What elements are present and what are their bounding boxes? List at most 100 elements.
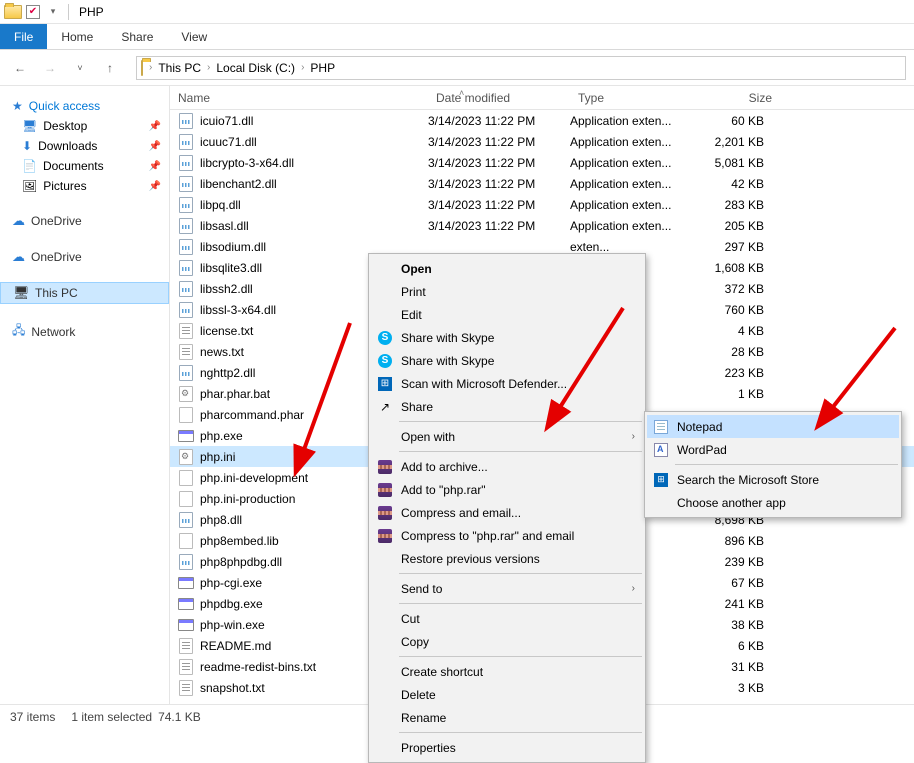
menu-share-skype[interactable]: SShare with Skype xyxy=(371,326,643,349)
menu-edit[interactable]: Edit xyxy=(371,303,643,326)
file-icon xyxy=(178,638,194,654)
menu-properties[interactable]: Properties xyxy=(371,736,643,759)
sidebar-onedrive[interactable]: OneDrive xyxy=(0,246,169,268)
submenu-wordpad[interactable]: WordPad xyxy=(647,438,899,461)
file-icon xyxy=(178,302,194,318)
crumb-thispc[interactable]: This PC xyxy=(154,61,205,75)
chevron-icon[interactable]: › xyxy=(147,62,154,73)
crumb-drive[interactable]: Local Disk (C:) xyxy=(212,61,299,75)
submenu-search-store[interactable]: Search the Microsoft Store xyxy=(647,468,899,491)
rar-icon xyxy=(377,482,393,498)
tab-file[interactable]: File xyxy=(0,24,47,49)
recent-dropdown[interactable]: ˅ xyxy=(68,56,92,80)
sidebar-label: OneDrive xyxy=(31,214,82,228)
menu-rename[interactable]: Rename xyxy=(371,706,643,729)
file-size: 372 KB xyxy=(692,282,780,296)
sidebar-quick-access[interactable]: Quick access xyxy=(0,96,169,116)
menu-share[interactable]: Share xyxy=(371,395,643,418)
rar-icon xyxy=(377,505,393,521)
menu-send-to[interactable]: Send to› xyxy=(371,577,643,600)
menu-restore-versions[interactable]: Restore previous versions xyxy=(371,547,643,570)
sidebar-downloads[interactable]: Downloads📌 xyxy=(0,136,169,156)
file-name: icuuc71.dll xyxy=(200,135,257,149)
file-name: libenchant2.dll xyxy=(200,177,277,191)
breadcrumb[interactable]: › This PC › Local Disk (C:) › PHP xyxy=(136,56,906,80)
col-size[interactable]: Size xyxy=(692,91,780,105)
menu-copy[interactable]: Copy xyxy=(371,630,643,653)
file-row[interactable]: libsasl.dll3/14/2023 11:22 PMApplication… xyxy=(170,215,914,236)
file-name: php8embed.lib xyxy=(200,534,279,548)
crumb-folder[interactable]: PHP xyxy=(306,61,339,75)
menu-add-archive[interactable]: Add to archive... xyxy=(371,455,643,478)
file-date: 3/14/2023 11:22 PM xyxy=(428,114,570,128)
menu-compress-email[interactable]: Compress and email... xyxy=(371,501,643,524)
cloud-icon xyxy=(12,213,25,229)
menu-add-rar[interactable]: Add to "php.rar" xyxy=(371,478,643,501)
file-size: 5,081 KB xyxy=(692,156,780,170)
file-size: 42 KB xyxy=(692,177,780,191)
menu-cut[interactable]: Cut xyxy=(371,607,643,630)
chevron-right-icon: › xyxy=(632,431,635,442)
tab-home[interactable]: Home xyxy=(47,24,107,49)
file-name: libpq.dll xyxy=(200,198,241,212)
qat-dropdown-icon[interactable]: ▾ xyxy=(44,3,62,21)
file-name: libssh2.dll xyxy=(200,282,253,296)
menu-create-shortcut[interactable]: Create shortcut xyxy=(371,660,643,683)
menu-print[interactable]: Print xyxy=(371,280,643,303)
submenu-choose-app[interactable]: Choose another app xyxy=(647,491,899,514)
col-date[interactable]: Date modified xyxy=(428,91,570,105)
column-headers: Name ˄ Date modified Type Size xyxy=(170,86,914,110)
file-size: 283 KB xyxy=(692,198,780,212)
file-size: 6 KB xyxy=(692,639,780,653)
file-name: libsasl.dll xyxy=(200,219,249,233)
navbar: ← → ˅ ↑ › This PC › Local Disk (C:) › PH… xyxy=(0,50,914,86)
tab-view[interactable]: View xyxy=(167,24,221,49)
file-type: exten... xyxy=(570,240,692,254)
qat-properties-icon[interactable] xyxy=(24,3,42,21)
menu-open[interactable]: Open xyxy=(371,257,643,280)
sidebar-label: Pictures xyxy=(43,179,86,193)
col-type[interactable]: Type xyxy=(570,91,692,105)
defender-icon: ⊞ xyxy=(377,376,393,392)
menu-share-skype[interactable]: SShare with Skype xyxy=(371,349,643,372)
submenu-notepad[interactable]: Notepad xyxy=(647,415,899,438)
file-date: 3/14/2023 11:22 PM xyxy=(428,135,570,149)
file-size: 67 KB xyxy=(692,576,780,590)
separator xyxy=(399,573,642,574)
sidebar-pictures[interactable]: Pictures📌 xyxy=(0,176,169,196)
file-row[interactable]: icuio71.dll3/14/2023 11:22 PMApplication… xyxy=(170,110,914,131)
up-button[interactable]: ↑ xyxy=(98,56,122,80)
forward-button[interactable]: → xyxy=(38,56,62,80)
file-row[interactable]: libpq.dll3/14/2023 11:22 PMApplication e… xyxy=(170,194,914,215)
back-button[interactable]: ← xyxy=(8,56,32,80)
sidebar-desktop[interactable]: Desktop📌 xyxy=(0,116,169,136)
sidebar-onedrive[interactable]: OneDrive xyxy=(0,210,169,232)
file-icon xyxy=(178,680,194,696)
file-row[interactable]: libenchant2.dll3/14/2023 11:22 PMApplica… xyxy=(170,173,914,194)
col-name[interactable]: Name xyxy=(170,91,428,105)
separator xyxy=(68,4,69,20)
sidebar-thispc[interactable]: This PC xyxy=(0,282,169,304)
file-row[interactable]: libcrypto-3-x64.dll3/14/2023 11:22 PMApp… xyxy=(170,152,914,173)
menu-defender[interactable]: ⊞Scan with Microsoft Defender... xyxy=(371,372,643,395)
menu-delete[interactable]: Delete xyxy=(371,683,643,706)
menu-open-with[interactable]: Open with› xyxy=(371,425,643,448)
file-size: 205 KB xyxy=(692,219,780,233)
file-date: 3/14/2023 11:22 PM xyxy=(428,219,570,233)
file-size: 239 KB xyxy=(692,555,780,569)
sidebar-label: Documents xyxy=(43,159,104,173)
tab-share[interactable]: Share xyxy=(107,24,167,49)
chevron-icon[interactable]: › xyxy=(299,62,306,73)
file-date: 3/14/2023 11:22 PM xyxy=(428,156,570,170)
file-size: 1 KB xyxy=(692,387,780,401)
menu-compress-rar-email[interactable]: Compress to "php.rar" and email xyxy=(371,524,643,547)
file-name: php.ini-production xyxy=(200,492,295,506)
breadcrumb-folder-icon xyxy=(141,61,143,75)
chevron-icon[interactable]: › xyxy=(205,62,212,73)
sidebar-network[interactable]: Network xyxy=(0,318,169,345)
chevron-right-icon: › xyxy=(632,583,635,594)
pin-icon: 📌 xyxy=(149,141,161,152)
separator xyxy=(399,421,642,422)
file-row[interactable]: icuuc71.dll3/14/2023 11:22 PMApplication… xyxy=(170,131,914,152)
sidebar-documents[interactable]: Documents📌 xyxy=(0,156,169,176)
